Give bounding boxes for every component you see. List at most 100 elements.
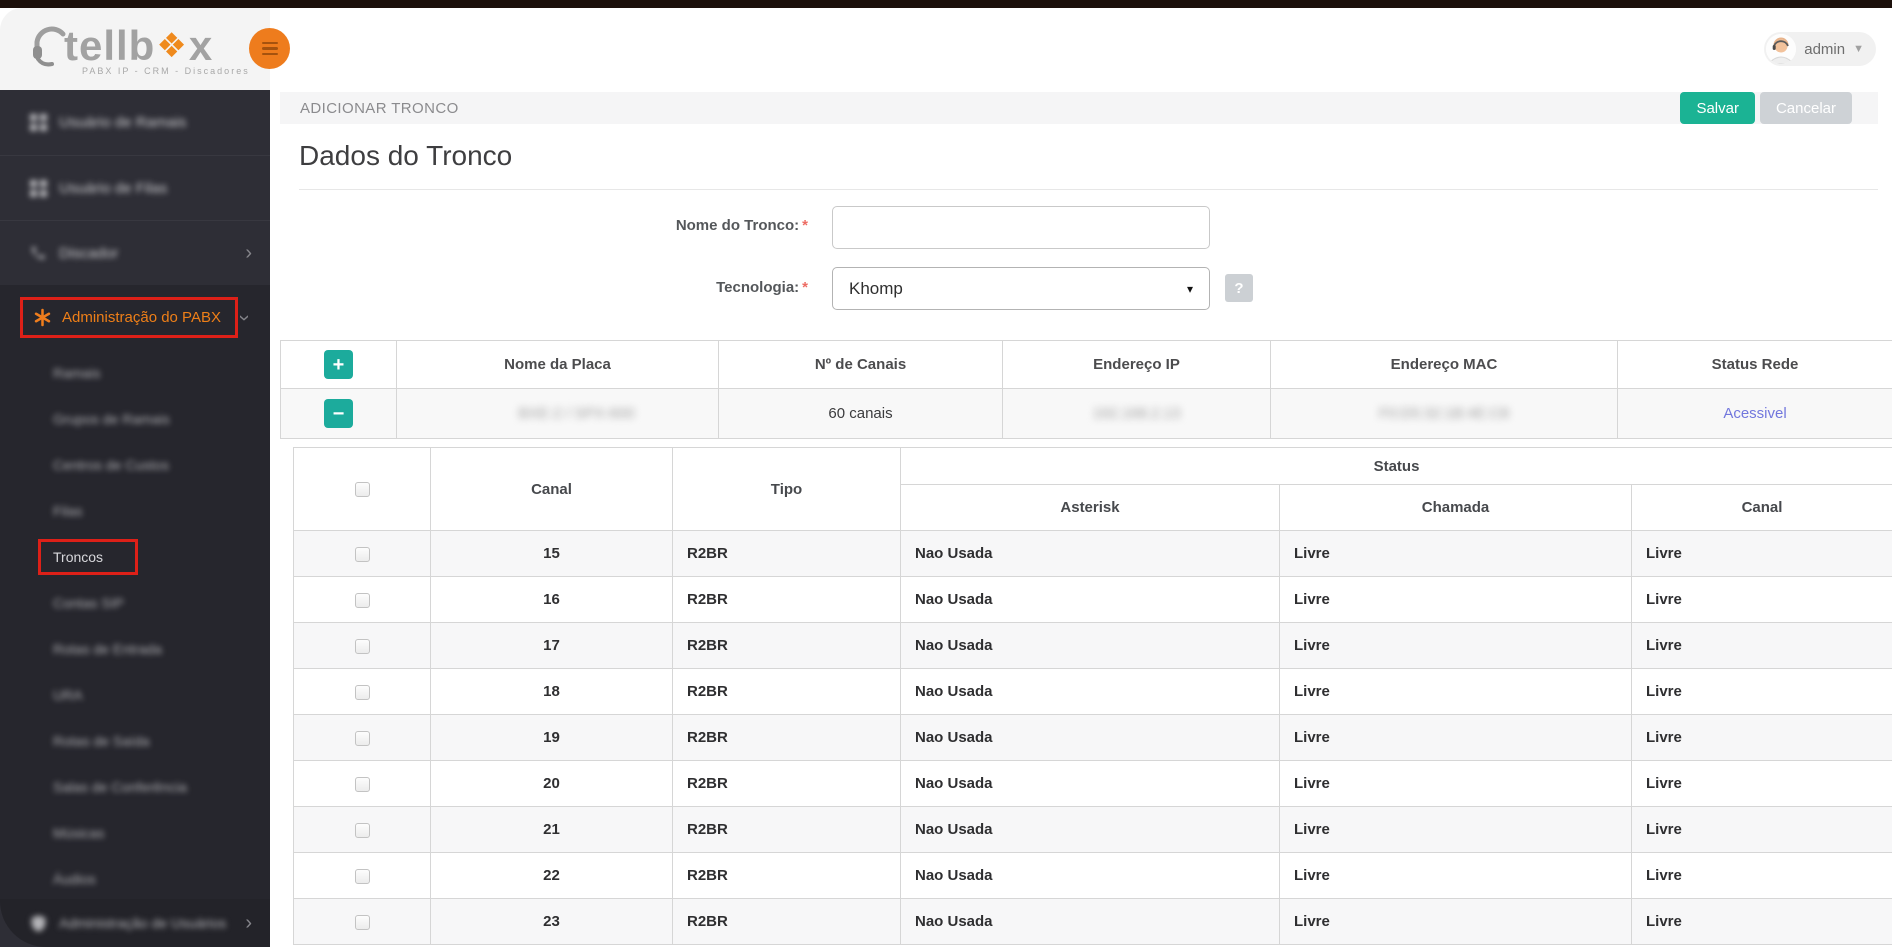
- remove-board-button[interactable]: −: [324, 399, 353, 428]
- asterisk-cell: Nao Usada: [900, 622, 1280, 669]
- row-select-cell: [293, 714, 431, 761]
- sidebar-item-administracao-usuarios[interactable]: Administração de Usuários ›: [0, 899, 270, 947]
- user-menu[interactable]: admin ▼: [1764, 32, 1876, 66]
- tipo-cell: R2BR: [672, 576, 901, 623]
- row-select-cell: [293, 852, 431, 899]
- asterisk-icon: [32, 308, 52, 327]
- sidebar-subitem-contas-sip[interactable]: Contas SIP: [0, 580, 270, 626]
- row-checkbox[interactable]: [354, 684, 370, 700]
- user-name: admin: [1804, 40, 1846, 58]
- cancel-button[interactable]: Cancelar: [1759, 92, 1852, 124]
- logo-diamond-icon: ❖: [156, 27, 188, 65]
- chamada-cell: Livre: [1279, 714, 1632, 761]
- canal-cell: 18: [430, 668, 673, 715]
- select-all-checkbox[interactable]: [354, 482, 370, 498]
- grid-icon: [28, 179, 48, 197]
- tipo-cell: R2BR: [672, 806, 901, 853]
- tipo-cell: R2BR: [672, 852, 901, 899]
- sidebar-subitem-filas[interactable]: Filas: [0, 488, 270, 534]
- headset-icon: [33, 26, 66, 67]
- asterisk-cell: Nao Usada: [900, 714, 1280, 761]
- board-table: + Nome da Placa Nº de Canais Endereço IP…: [280, 340, 1892, 439]
- sidebar-subitem-rotas-saida[interactable]: Rotas de Saída: [0, 718, 270, 764]
- title-divider: [299, 189, 1878, 190]
- help-button[interactable]: ?: [1225, 274, 1253, 302]
- canal-cell: 21: [430, 806, 673, 853]
- tipo-cell: R2BR: [672, 760, 901, 807]
- row-checkbox[interactable]: [354, 914, 370, 930]
- sidebar-subitem-audios[interactable]: Áudios: [0, 856, 270, 902]
- network-status-link[interactable]: Acessivel: [1723, 405, 1786, 422]
- sidebar-item-discador[interactable]: Discador ›: [0, 220, 270, 285]
- sidebar-item-usuarios-filas[interactable]: Usuário de Filas: [0, 155, 270, 220]
- main-content: ADICIONAR TRONCO Salvar Cancelar Dados d…: [270, 90, 1892, 947]
- chamada-cell: Livre: [1279, 852, 1632, 899]
- canal-cell: 20: [430, 760, 673, 807]
- row-select-cell: [293, 622, 431, 669]
- select-all-cell: [293, 447, 431, 531]
- column-header-status-rede: Status Rede: [1617, 340, 1892, 389]
- asterisk-cell: Nao Usada: [900, 668, 1280, 715]
- logo-subtitle: PABX IP - CRM - Discadores: [82, 66, 250, 76]
- board-network-status-cell: Acessivel: [1617, 388, 1892, 439]
- tipo-cell: R2BR: [672, 622, 901, 669]
- row-checkbox[interactable]: [354, 776, 370, 792]
- add-board-cell: +: [280, 340, 397, 389]
- row-checkbox[interactable]: [354, 592, 370, 608]
- sidebar-subitem-rotas-entrada[interactable]: Rotas de Entrada: [0, 626, 270, 672]
- select-caret-icon: ▾: [1186, 281, 1193, 296]
- chamada-cell: Livre: [1279, 576, 1632, 623]
- canal-status-cell: Livre: [1630, 530, 1892, 577]
- row-checkbox[interactable]: [354, 546, 370, 562]
- save-button[interactable]: Salvar: [1680, 92, 1755, 124]
- row-select-cell: [293, 806, 431, 853]
- sidebar-item-usuarios-ramais[interactable]: Usuário de Ramais: [0, 90, 270, 155]
- sidebar-subitem-grupos-ramais[interactable]: Grupos de Ramais: [0, 396, 270, 442]
- column-header-asterisk: Asterisk: [900, 484, 1280, 531]
- sidebar-subitem-ura[interactable]: URA: [0, 672, 270, 718]
- canal-status-cell: Livre: [1630, 576, 1892, 623]
- canal-cell: 22: [430, 852, 673, 899]
- sidebar-item-label: Administração de Usuários: [59, 915, 227, 931]
- tipo-cell: R2BR: [672, 530, 901, 577]
- row-checkbox[interactable]: [354, 638, 370, 654]
- row-select-cell: [293, 898, 431, 945]
- add-board-button[interactable]: +: [324, 350, 353, 379]
- asterisk-cell: Nao Usada: [900, 576, 1280, 623]
- column-header-status-canal: Canal: [1630, 484, 1892, 531]
- nome-tronco-label: Nome do Tronco: *: [675, 217, 808, 234]
- page-title: Dados do Tronco: [299, 140, 513, 171]
- sidebar-subitem-ramais[interactable]: Ramais: [0, 350, 270, 396]
- row-checkbox[interactable]: [354, 822, 370, 838]
- canal-cell: 19: [430, 714, 673, 761]
- table-row: 17 R2BR Nao Usada Livre Livre: [293, 622, 1892, 669]
- shield-icon: [28, 914, 48, 932]
- canal-cell: 16: [430, 576, 673, 623]
- canal-status-cell: Livre: [1630, 714, 1892, 761]
- row-checkbox[interactable]: [354, 730, 370, 746]
- canal-status-cell: Livre: [1630, 852, 1892, 899]
- tipo-cell: R2BR: [672, 714, 901, 761]
- tecnologia-select[interactable]: Khomp ▾: [832, 267, 1210, 310]
- board-ip-cell: 192.168.2.13: [1002, 388, 1271, 439]
- sidebar-subitem-troncos[interactable]: Troncos: [0, 534, 270, 580]
- window-top-edge: [0, 0, 1892, 8]
- chamada-cell: Livre: [1279, 898, 1632, 945]
- phone-icon: [28, 245, 48, 261]
- chevron-right-icon: ›: [245, 242, 252, 264]
- sidebar-subitem-musicas[interactable]: Músicas: [0, 810, 270, 856]
- chevron-down-icon: ▼: [1853, 43, 1864, 55]
- row-checkbox[interactable]: [354, 868, 370, 884]
- menu-toggle-button[interactable]: [249, 28, 290, 69]
- sidebar-subitem-salas-conferencia[interactable]: Salas de Conferência: [0, 764, 270, 810]
- board-mac-cell: F0:D5:32:1B:4E:C8: [1270, 388, 1618, 439]
- nome-tronco-input[interactable]: [832, 206, 1210, 249]
- sidebar-item-administracao-pabx[interactable]: Administração do PABX ›: [0, 285, 270, 350]
- tecnologia-label: Tecnologia: *: [716, 279, 808, 296]
- row-select-cell: [293, 576, 431, 623]
- chamada-cell: Livre: [1279, 622, 1632, 669]
- board-channels-cell: 60 canais: [718, 388, 1003, 439]
- sidebar-item-label: Discador: [59, 244, 119, 262]
- sidebar-subitem-centros-custos[interactable]: Centros de Custos: [0, 442, 270, 488]
- chamada-cell: Livre: [1279, 806, 1632, 853]
